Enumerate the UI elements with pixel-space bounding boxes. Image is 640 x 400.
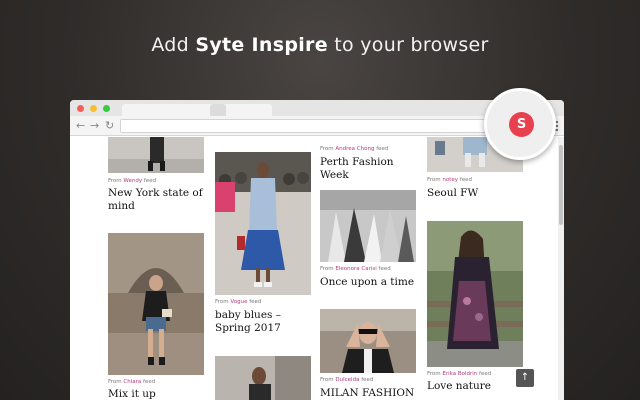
feed-scrollbar[interactable] [558,137,564,400]
card-title[interactable]: New York state of mind [108,187,208,213]
address-bar[interactable] [120,119,500,133]
source-user-link[interactable]: Wendy [123,178,142,184]
card-title[interactable]: Mix it up [108,388,208,400]
maximize-window-dot[interactable] [103,105,110,112]
browser-tab[interactable] [122,104,272,116]
scroll-to-top-button[interactable]: ↑ [516,369,534,387]
card-title[interactable]: Seoul FW [427,187,527,200]
outfit-photo[interactable] [320,309,416,373]
source-user-link[interactable]: Dulceida [335,377,359,383]
card-source: From Eleonora Carisi feed [320,266,391,272]
card-source: From notey feed [427,177,472,183]
card-source: From Erika Boldrin feed [427,371,492,377]
source-user-link[interactable]: Eleonora Carisi [335,266,376,272]
forward-arrow-icon[interactable]: → [90,119,99,133]
headline-suffix: to your browser [334,34,489,56]
source-user-link[interactable]: notey [442,177,458,183]
card-title[interactable]: Perth Fashion Week [320,156,420,182]
arrow-up-icon: ↑ [520,372,530,383]
card-source: From Chiara feed [108,379,156,385]
reload-icon[interactable]: ↻ [105,119,114,133]
back-arrow-icon[interactable]: ← [76,119,85,133]
headline-prefix: Add [151,34,190,56]
scrollbar-thumb[interactable] [559,145,563,225]
headline-brand: Syte Inspire [195,34,328,56]
card-title[interactable]: Once upon a time [320,276,420,289]
outfit-photo[interactable] [320,137,416,143]
source-user-link[interactable]: Chiara [123,379,141,385]
new-tab-button[interactable] [210,104,226,116]
syte-extension-button[interactable]: S [509,112,534,137]
outfit-photo[interactable] [427,221,523,367]
inspiration-feed: From Wendy feed New York state of mind F… [70,137,564,400]
extension-magnifier: S [484,88,556,160]
outfit-photo[interactable] [320,190,416,262]
source-user-link[interactable]: Andrea Chong [335,146,374,152]
card-title[interactable]: MILAN FASHION [320,387,420,400]
card-source: From Wendy feed [108,178,157,184]
source-user-link[interactable]: Erika Boldrin [442,371,477,377]
card-source: From Andrea Chong feed [320,146,389,152]
outfit-photo[interactable] [215,356,311,400]
card-source: From Vogue feed [215,299,262,305]
card-title[interactable]: baby blues – Spring 2017 [215,309,315,335]
headline: Add Syte Inspire to your browser [0,34,640,56]
source-user-link[interactable]: Vogue [230,299,247,305]
outfit-photo[interactable] [108,233,204,375]
outfit-photo[interactable] [108,137,204,173]
minimize-window-dot[interactable] [90,105,97,112]
card-title[interactable]: Love nature [427,380,527,393]
card-source: From Dulceida feed [320,377,374,383]
outfit-photo[interactable] [215,152,311,295]
close-window-dot[interactable] [77,105,84,112]
